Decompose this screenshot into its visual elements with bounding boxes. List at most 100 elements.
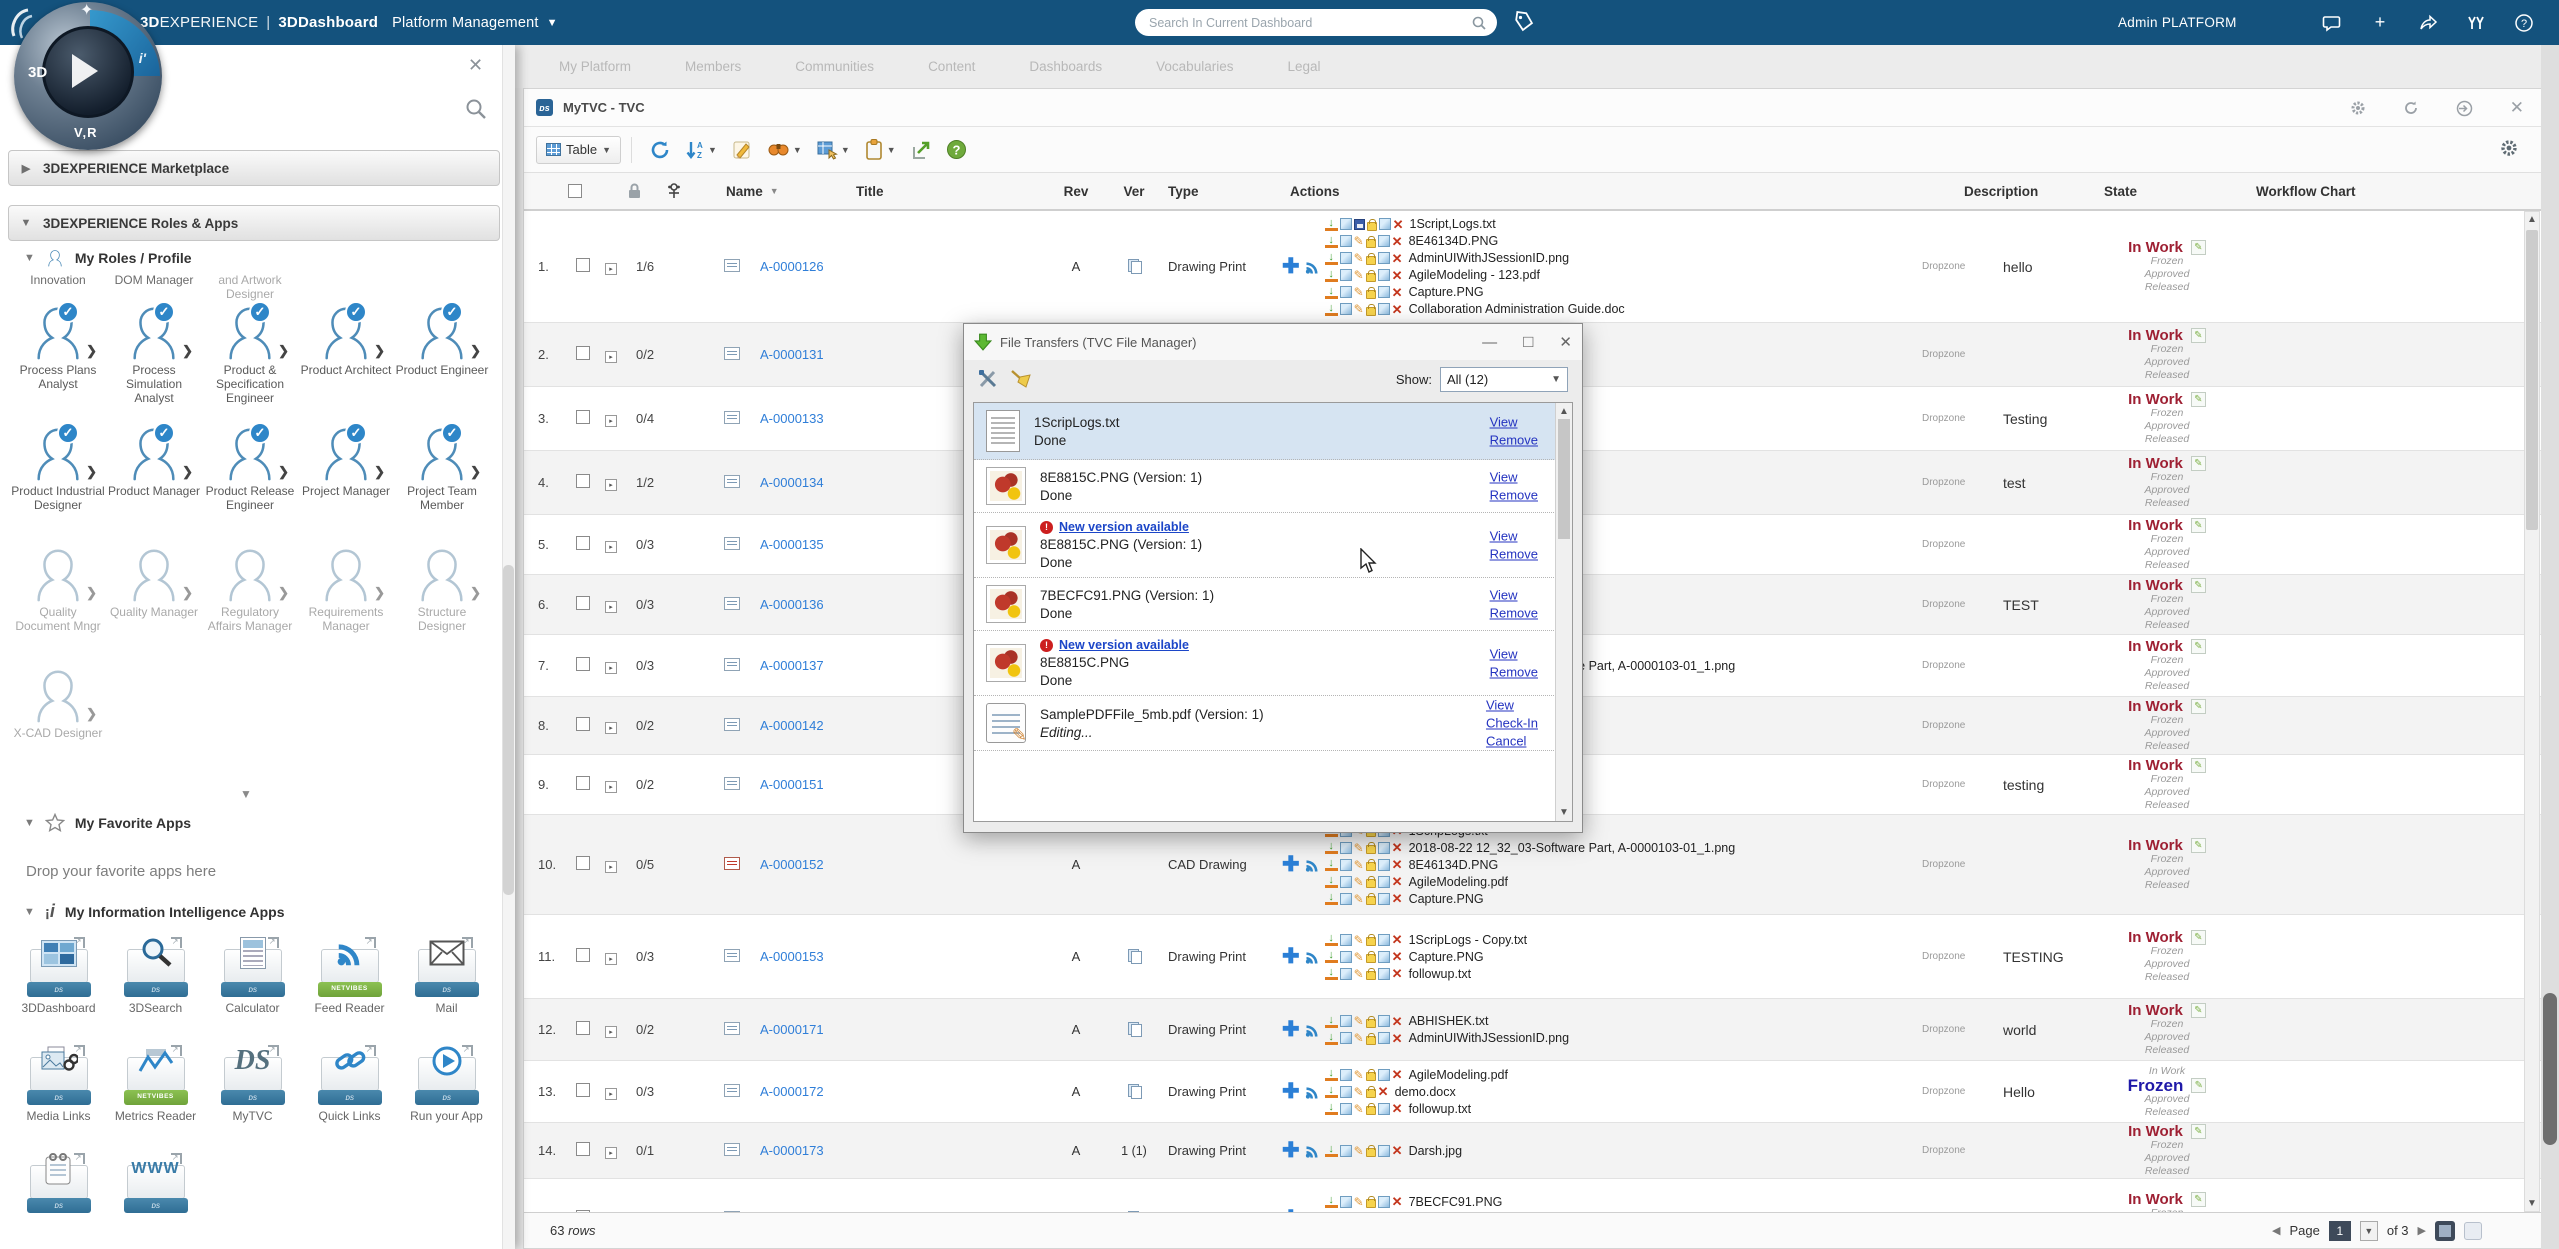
sidebar-section-marketplace[interactable]: ▶ 3DEXPERIENCE Marketplace	[8, 150, 500, 186]
open-file-icon[interactable]	[1378, 303, 1390, 315]
remove-link[interactable]: Remove	[1490, 547, 1538, 562]
app-item[interactable]: ᴅs	[10, 1153, 107, 1249]
promote-state-icon[interactable]: ✎	[2191, 699, 2206, 714]
app-icon[interactable]: DS ᴅs	[221, 1045, 285, 1105]
add-file-icon[interactable]: ✚	[1282, 1083, 1300, 1101]
settings-icon[interactable]	[2350, 100, 2366, 116]
object-name-link[interactable]: A-0000171	[760, 1022, 824, 1037]
delete-file-icon[interactable]: ✕	[1392, 286, 1403, 299]
lock-file-icon[interactable]	[1366, 273, 1376, 282]
edit-file-icon[interactable]: ✎	[1354, 951, 1364, 963]
row-checkbox[interactable]	[576, 410, 590, 424]
versions-icon[interactable]	[1128, 1084, 1140, 1097]
subscribe-rss-icon[interactable]	[1304, 949, 1321, 965]
chevron-right-icon[interactable]: ❯	[86, 464, 97, 480]
scrollbar-thumb[interactable]	[1558, 419, 1570, 539]
dropzone-label[interactable]: Dropzone	[1922, 539, 1997, 550]
transfer-tools-icon[interactable]	[978, 369, 998, 389]
view-file-icon[interactable]	[1340, 968, 1352, 980]
chevron-right-icon[interactable]: ❯	[278, 464, 289, 480]
checkin-file-icon[interactable]: ↓	[1325, 1144, 1338, 1157]
app-item[interactable]: ᴅs 3DDashboard	[10, 937, 107, 1045]
chevron-right-icon[interactable]: ❯	[374, 464, 385, 480]
expand-row-icon[interactable]: ▸	[605, 861, 617, 873]
checkin-file-icon[interactable]: ↓	[1325, 875, 1338, 888]
checkin-file-icon[interactable]: ↓	[1325, 303, 1338, 316]
minimize-icon[interactable]: —	[1482, 334, 1497, 351]
lock-file-icon[interactable]	[1366, 879, 1376, 888]
file-name[interactable]: AgileModeling.pdf	[1409, 875, 1508, 889]
edit-file-icon[interactable]: ✎	[1354, 934, 1364, 946]
file-name[interactable]: Capture.PNG	[1409, 285, 1484, 299]
view-file-icon[interactable]	[1340, 218, 1352, 230]
versions-icon[interactable]	[1128, 1022, 1140, 1035]
show-filter-select[interactable]: All (12) ▼	[1440, 367, 1568, 392]
chevron-down-icon[interactable]: ▼	[24, 252, 35, 264]
export-icon[interactable]	[910, 139, 932, 161]
view-file-icon[interactable]	[1340, 876, 1352, 888]
open-file-icon[interactable]	[1378, 269, 1390, 281]
delete-file-icon[interactable]: ✕	[1392, 841, 1403, 854]
view-file-icon[interactable]	[1340, 303, 1352, 315]
edit-file-icon[interactable]: ✎	[1354, 859, 1364, 871]
tab-content[interactable]: Content	[928, 59, 975, 74]
new-version-link[interactable]: New version available	[1059, 520, 1189, 534]
dropzone-label[interactable]: Dropzone	[1922, 1024, 1997, 1035]
checkin-file-icon[interactable]: ↓	[1325, 252, 1338, 265]
chevron-right-icon[interactable]: ❯	[182, 343, 193, 359]
column-header-state[interactable]: State	[2092, 184, 2242, 199]
file-name[interactable]: 8E46134D.PNG	[1409, 858, 1499, 872]
row-checkbox[interactable]	[576, 1142, 590, 1156]
role-item[interactable]: ❯ Quality Document Mngr	[10, 545, 106, 666]
column-header-name[interactable]: Name▼	[724, 184, 856, 199]
open-file-icon[interactable]	[1378, 934, 1390, 946]
role-item[interactable]: ✓ ❯ Product Release Engineer	[202, 424, 298, 545]
role-item[interactable]: ❯ Regulatory Affairs Manager	[202, 545, 298, 666]
open-file-icon[interactable]	[1378, 859, 1390, 871]
lock-file-icon[interactable]	[1367, 222, 1377, 231]
new-version-link[interactable]: New version available	[1059, 638, 1189, 652]
open-file-icon[interactable]	[1378, 1103, 1390, 1115]
subscribe-rss-icon[interactable]	[1304, 1022, 1321, 1038]
search-input[interactable]	[1149, 16, 1471, 30]
object-name-link[interactable]: A-0000133	[760, 411, 824, 426]
add-file-icon[interactable]: ✚	[1282, 258, 1300, 276]
column-header-type[interactable]: Type	[1162, 184, 1282, 199]
checkin-file-icon[interactable]: ↓	[1325, 1085, 1338, 1098]
row-checkbox[interactable]	[576, 1083, 590, 1097]
view-file-icon[interactable]	[1340, 235, 1352, 247]
row-checkbox[interactable]	[576, 346, 590, 360]
edit-file-icon[interactable]: ✎	[1354, 876, 1364, 888]
my-roles-header[interactable]: ▼ My Roles / Profile	[24, 248, 192, 268]
scrollbar-thumb[interactable]	[2526, 230, 2538, 530]
column-header-rev[interactable]: Rev	[1046, 184, 1106, 199]
app-icon[interactable]: NETVIBES	[318, 937, 382, 997]
object-name-link[interactable]: A-0000134	[760, 475, 824, 490]
app-icon[interactable]: ᴅs	[221, 937, 285, 997]
edit-icon[interactable]	[731, 139, 753, 161]
lock-file-icon[interactable]	[1366, 239, 1376, 248]
view-file-icon[interactable]	[1340, 1032, 1352, 1044]
file-name[interactable]: demo.docx	[1395, 1085, 1456, 1099]
delete-file-icon[interactable]: ✕	[1392, 933, 1403, 946]
role-item[interactable]: ❯ Structure Designer	[394, 545, 490, 666]
lock-file-icon[interactable]	[1366, 1148, 1376, 1157]
close-icon[interactable]: ✕	[1559, 333, 1572, 351]
next-page-icon[interactable]: ▶	[2418, 1224, 2426, 1237]
help-icon[interactable]: ?	[946, 139, 967, 160]
delete-file-icon[interactable]: ✕	[1392, 303, 1403, 316]
app-item[interactable]: NETVIBES Feed Reader	[301, 937, 398, 1045]
dropzone-label[interactable]: Dropzone	[1922, 413, 1997, 424]
search-icon[interactable]	[1471, 15, 1487, 31]
app-icon[interactable]: NETVIBES	[124, 1045, 188, 1105]
dropzone-label[interactable]: Dropzone	[1922, 477, 1997, 488]
view-file-icon[interactable]	[1340, 252, 1352, 264]
view-link[interactable]: View	[1490, 415, 1538, 430]
table-menu-button[interactable]: Table ▼	[536, 136, 621, 164]
delete-file-icon[interactable]: ✕	[1392, 858, 1403, 871]
expand-row-icon[interactable]: ▸	[605, 479, 617, 491]
expand-row-icon[interactable]: ▸	[605, 263, 617, 275]
view-file-icon[interactable]	[1340, 1069, 1352, 1081]
table-row[interactable]: 1. ▸ 1/6 A-0000126 A Drawing Print ✚ ↓ ✕…	[524, 211, 2552, 323]
open-file-icon[interactable]	[1378, 968, 1390, 980]
